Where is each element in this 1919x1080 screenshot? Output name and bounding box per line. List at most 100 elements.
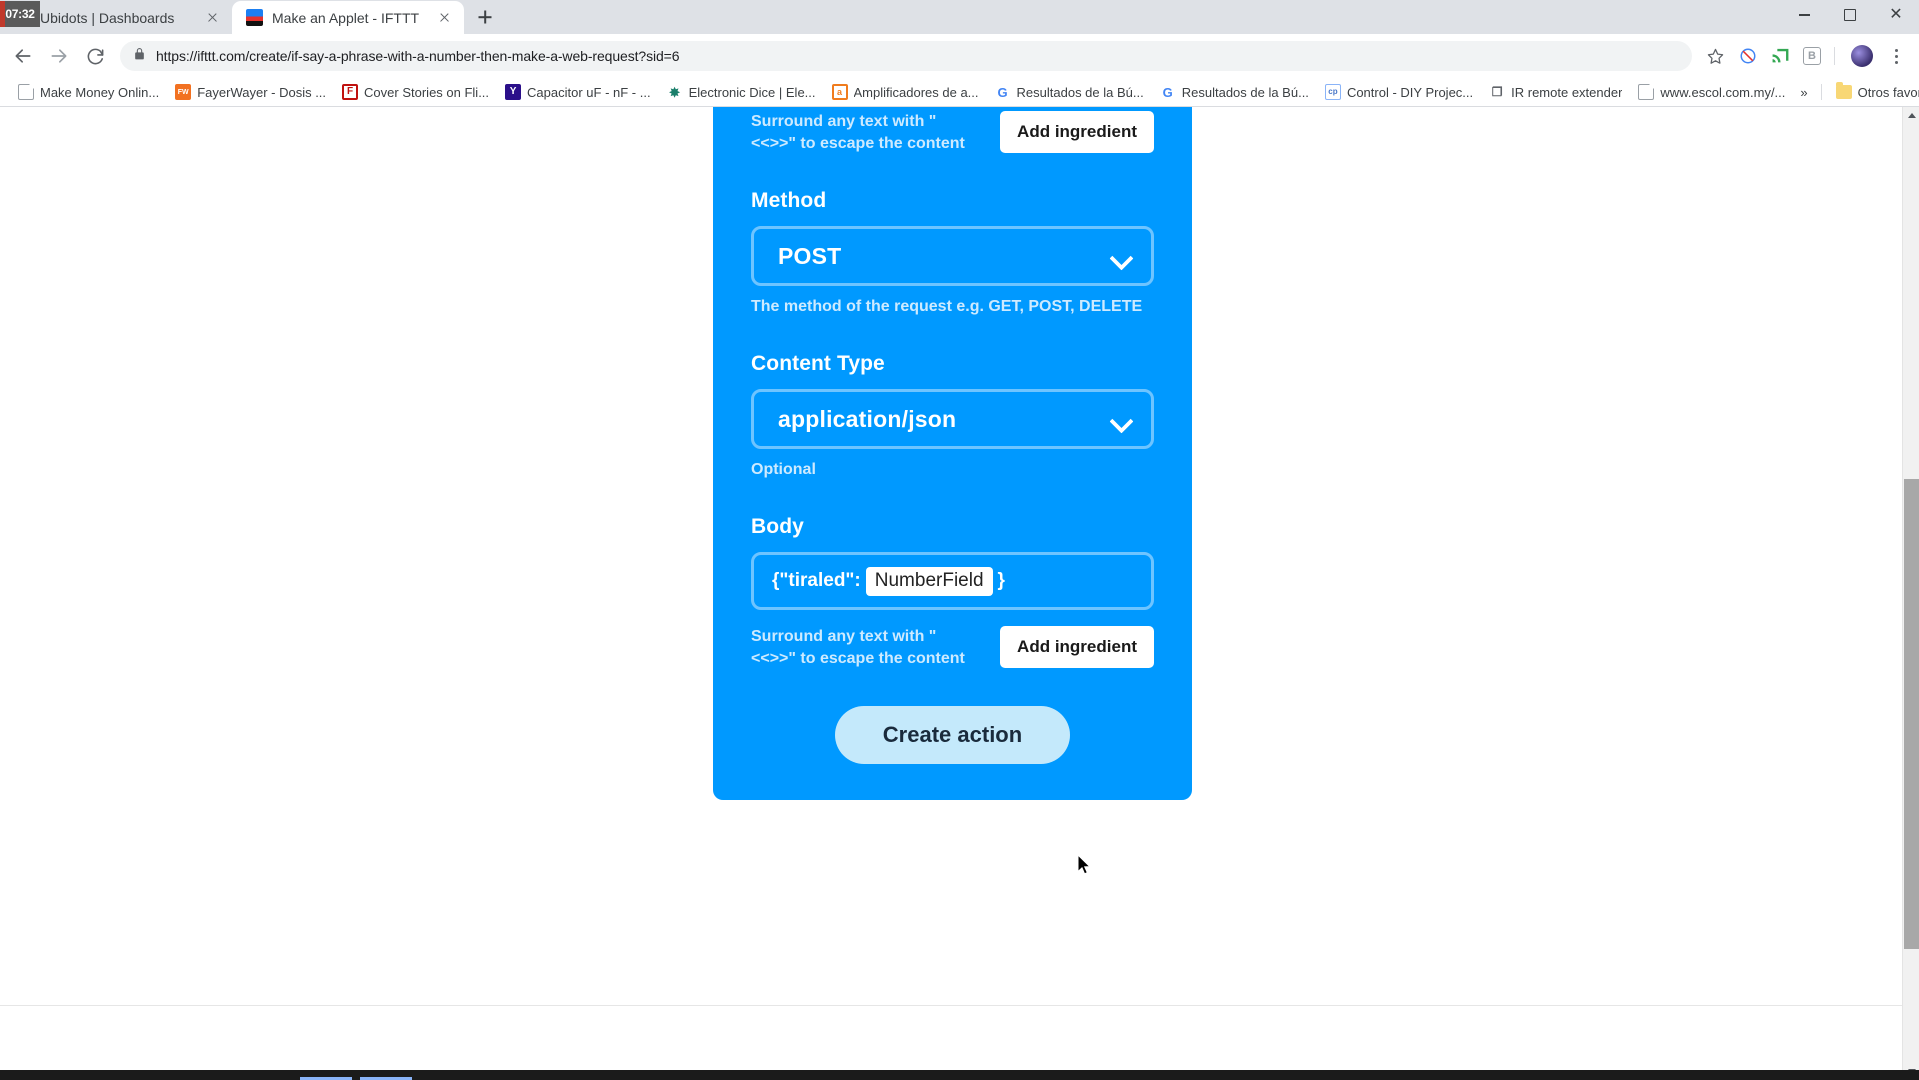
tab-strip: Ubidots | Dashboards 07:32 Make an Apple… [0,0,1919,34]
time-badge: 07:32 [0,1,40,27]
bookmarks-divider [1820,84,1822,100]
bookmark-item[interactable]: Make Money Onlin... [10,81,167,103]
browser-toolbar: https://ifttt.com/create/if-say-a-phrase… [0,34,1919,78]
control-diy-icon: cp [1324,84,1341,100]
fayerwayer-icon: FW [175,84,192,100]
bookmark-item[interactable]: FW FayerWayer - Dosis ... [167,81,334,103]
bookmark-item[interactable]: cp Control - DIY Projec... [1317,81,1481,103]
top-hint-row: Surround any text with "<<>>" to escape … [751,107,1154,155]
method-label: Method [751,189,827,212]
new-tab-button[interactable] [470,2,500,32]
bookmark-label: Electronic Dice | Ele... [688,84,816,100]
applet-action-card: Surround any text with "<<>>" to escape … [713,107,1192,800]
taskbar [0,1070,1919,1080]
method-select[interactable]: POST [751,226,1154,286]
bookmark-label: Make Money Onlin... [40,84,160,100]
bookmark-label: IR remote extender [1511,84,1623,100]
content-type-value: application/json [778,405,957,432]
folder-icon [1835,82,1852,99]
bookmark-item[interactable]: ✸ Electronic Dice | Ele... [659,81,824,103]
bookmark-folder-label: Otros favoritos [1857,84,1919,100]
body-label: Body [751,515,804,538]
electronic-dice-icon: ✸ [669,84,681,100]
bookmark-item[interactable]: a Amplificadores de a... [824,81,987,103]
content-type-helper-text: Optional [751,461,816,478]
cast-icon[interactable] [1766,42,1794,70]
scrollbar-thumb[interactable] [1904,479,1919,949]
body-prefix-text: {"tiraled": [772,570,861,591]
bookmark-label: Capacitor uF - nF - ... [527,84,651,100]
reload-button[interactable] [78,39,112,73]
flipboard-icon: F [342,84,359,100]
body-hint-row: Surround any text with "<<>>" to escape … [751,610,1154,670]
tab-title: Make an Applet - IFTTT [272,9,420,26]
url-text: https://ifttt.com/create/if-say-a-phrase… [156,48,680,64]
toolbar-divider [1834,47,1835,65]
method-value: POST [778,242,842,269]
bookmark-item[interactable]: Y Capacitor uF - nF - ... [497,81,659,103]
bookmark-item[interactable]: G Resultados de la Bú... [987,81,1152,103]
bookmark-item[interactable]: G Resultados de la Bú... [1152,81,1317,103]
address-bar[interactable]: https://ifttt.com/create/if-say-a-phrase… [120,41,1692,71]
mouse-cursor [1077,853,1092,876]
bookmarks-bar: Make Money Onlin... FW FayerWayer - Dosi… [0,78,1919,107]
page-scrollbar[interactable] [1902,107,1919,1080]
ingredient-chip-numberfield[interactable]: NumberField [865,566,993,596]
tab-title: Ubidots | Dashboards [40,9,175,26]
content-type-label: Content Type [751,352,885,375]
ifttt-favicon-icon [246,9,263,26]
extension-b-label: B [1803,47,1821,65]
tab-close-icon[interactable] [203,8,222,27]
add-ingredient-button-body[interactable]: Add ingredient [1000,626,1154,668]
top-escape-hint: Surround any text with "<<>>" to escape … [751,113,965,152]
ir-remote-icon: ❐ [1491,85,1503,99]
tab-make-an-applet[interactable]: Make an Applet - IFTTT [232,1,464,34]
create-action-button[interactable]: Create action [834,706,1071,764]
content-type-select[interactable]: application/json [751,389,1154,449]
bookmarks-more-button[interactable]: » [1793,82,1814,103]
bookmark-label: www.escol.com.my/... [1660,84,1786,100]
chevron-down-icon [1111,413,1131,425]
scroll-up-arrow-icon[interactable] [1903,107,1919,124]
bookmark-label: Cover Stories on Fli... [364,84,490,100]
capacitor-icon: Y [505,84,522,100]
star-icon[interactable] [1700,41,1730,71]
extension-b-icon[interactable]: B [1798,42,1826,70]
menu-icon[interactable] [1883,41,1909,71]
amplificadores-icon: a [831,84,848,100]
bookmarks-overflow: » Otros favoritos [1793,82,1919,103]
add-ingredient-button-top[interactable]: Add ingredient [1000,111,1154,153]
minimize-button[interactable] [1781,0,1827,30]
page-icon [1638,84,1655,100]
avatar[interactable] [1851,45,1873,67]
bookmark-item[interactable]: F Cover Stories on Fli... [334,81,497,103]
bookmark-label: Control - DIY Projec... [1346,84,1474,100]
forward-button[interactable] [42,39,76,73]
close-window-button[interactable]: ✕ [1873,0,1919,30]
block-icon[interactable] [1734,42,1762,70]
bookmark-item[interactable]: www.escol.com.my/... [1630,81,1793,103]
footer-divider [0,1005,1902,1006]
page-viewport: Surround any text with "<<>>" to escape … [0,107,1919,1080]
google-icon: G [1162,84,1173,100]
bookmark-label: Resultados de la Bú... [1016,84,1144,100]
back-button[interactable] [6,39,40,73]
browser-window: Ubidots | Dashboards 07:32 Make an Apple… [0,0,1919,1080]
bookmark-item[interactable]: ❐ IR remote extender [1481,81,1630,103]
method-helper-text: The method of the request e.g. GET, POST… [751,298,1143,315]
body-input[interactable]: {"tiraled": NumberField } [751,552,1154,610]
maximize-button[interactable] [1827,0,1873,30]
ifttt-page: Surround any text with "<<>>" to escape … [0,107,1902,1080]
bookmark-label: FayerWayer - Dosis ... [197,84,327,100]
bookmark-label: Amplificadores de a... [853,84,979,100]
lock-icon [133,47,146,66]
chevron-down-icon [1111,250,1131,262]
window-controls: ✕ [1781,0,1919,34]
google-icon: G [997,84,1008,100]
body-suffix-text: } [997,570,1005,591]
tab-ubidots[interactable]: Ubidots | Dashboards 07:32 [0,1,232,34]
tab-close-icon[interactable] [435,8,454,27]
page-icon [18,84,34,100]
create-action-wrap: Create action [751,706,1154,764]
bookmark-folder-otros-favoritos[interactable]: Otros favoritos [1828,82,1919,103]
